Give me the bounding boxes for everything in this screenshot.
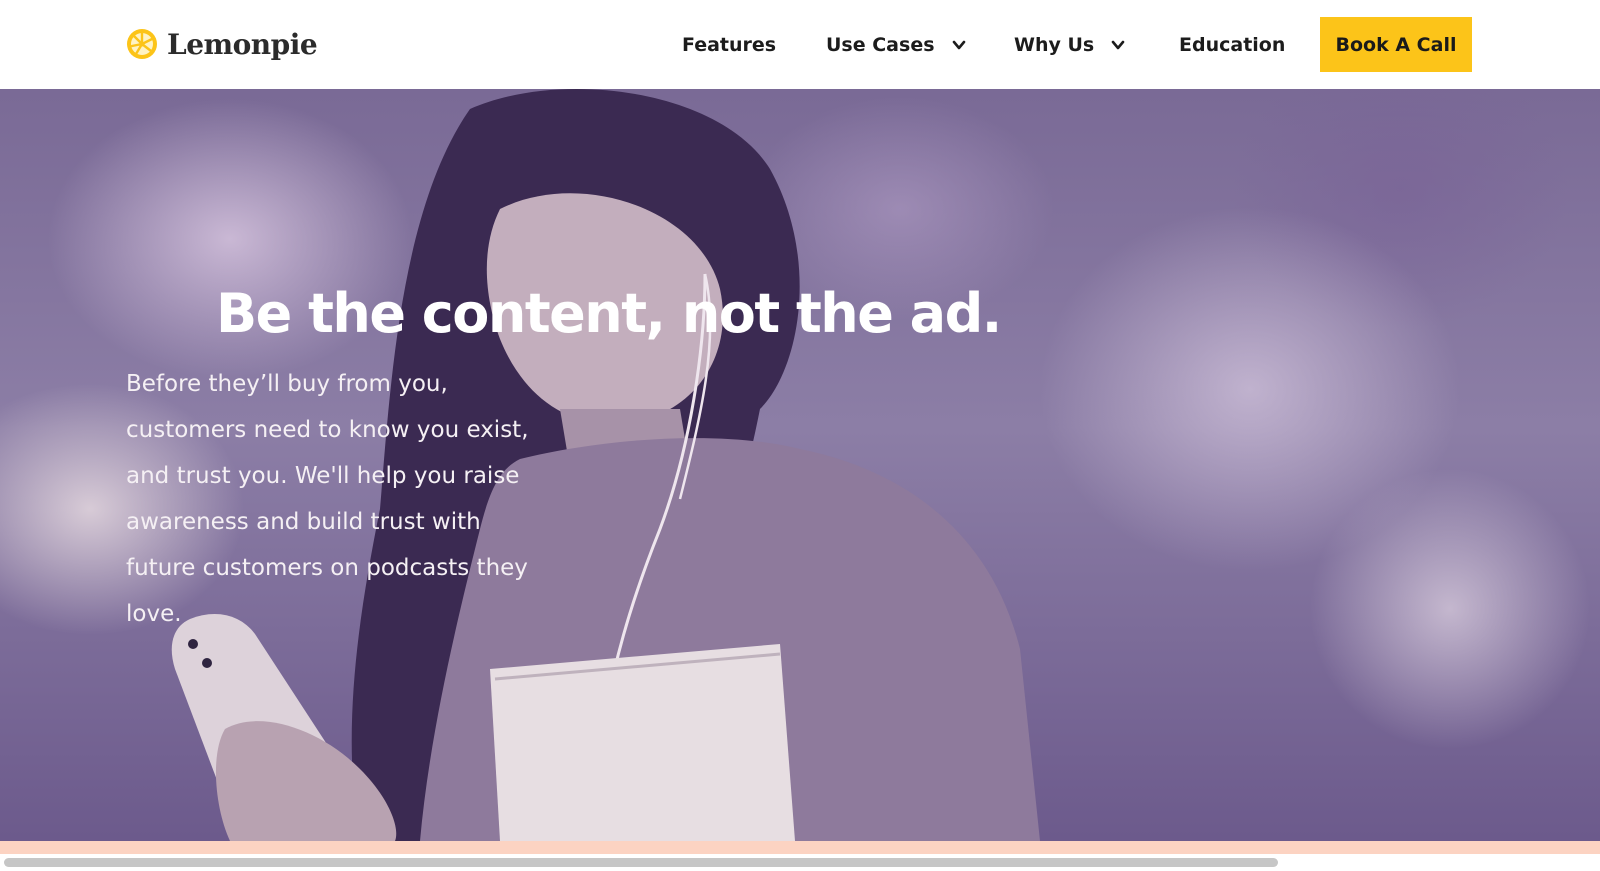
- chevron-down-icon: [952, 40, 965, 50]
- nav-use-cases-label: Use Cases: [826, 34, 935, 56]
- horizontal-scrollbar[interactable]: [0, 854, 1600, 871]
- section-divider-strip: [0, 841, 1600, 854]
- nav-why-us[interactable]: Why Us: [1014, 30, 1126, 60]
- nav-use-cases[interactable]: Use Cases: [826, 30, 967, 60]
- nav-education-label: Education: [1179, 34, 1286, 56]
- nav-education[interactable]: Education: [1179, 30, 1285, 60]
- book-a-call-button[interactable]: Book A Call: [1320, 17, 1472, 72]
- nav-why-us-label: Why Us: [1014, 34, 1095, 56]
- brand-name: Lemonpie: [167, 27, 318, 61]
- chevron-down-icon: [1111, 40, 1125, 50]
- scrollbar-thumb[interactable]: [4, 858, 1278, 867]
- hero-description: Before they’ll buy from you, customers n…: [126, 371, 529, 627]
- lemon-slice-icon: [127, 29, 157, 59]
- hero-title: Be the content, not the ad.: [216, 282, 1002, 345]
- nav-features-label: Features: [682, 34, 777, 56]
- nav-features[interactable]: Features: [682, 30, 776, 60]
- site-header: Lemonpie Features Use Cases Why Us Educa…: [0, 0, 1600, 89]
- hero-section: Be the content, not the ad. Before they’…: [0, 89, 1600, 841]
- brand-logo[interactable]: Lemonpie: [125, 26, 318, 62]
- page: Lemonpie Features Use Cases Why Us Educa…: [0, 0, 1600, 871]
